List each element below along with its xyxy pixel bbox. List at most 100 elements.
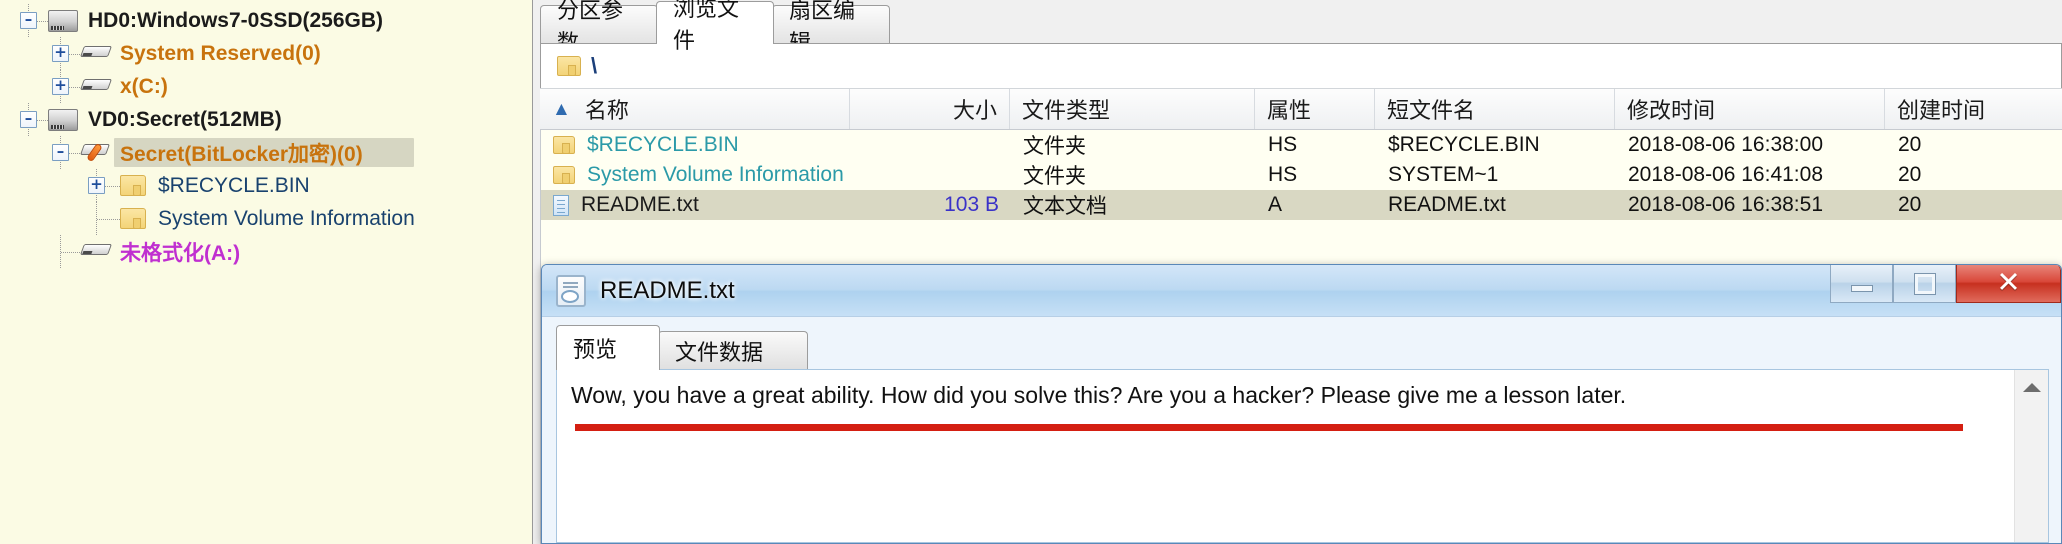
volume-icon [79, 76, 113, 98]
cell-type: 文件夹 [1011, 130, 1256, 160]
path-bar[interactable]: \ [540, 44, 2062, 88]
locked-volume-glyph [79, 142, 114, 163]
minimize-button[interactable] [1830, 265, 1893, 303]
cell-text: 文本文档 [1023, 195, 1107, 218]
column-header-size[interactable]: 大小 [850, 89, 1010, 129]
cell-text: HS [1268, 133, 1298, 156]
maximize-button[interactable] [1893, 265, 1956, 303]
tree-item-4[interactable]: – Secret(BitLocker加密)(0) [0, 136, 520, 169]
cell-name: README.txt [541, 193, 851, 217]
minimize-icon [1850, 285, 1873, 292]
tree-item-0[interactable]: – HD0:Windows7-0SSD(256GB) [0, 4, 520, 37]
cell-shortname: README.txt [1376, 193, 1616, 217]
cell-ctime: 20 [1886, 193, 2062, 217]
cell-name: System Volume Information [541, 163, 851, 187]
tree-item-1[interactable]: + System Reserved(0) [0, 37, 520, 70]
dialog-tab-label: 文件数据 [675, 339, 764, 365]
tree-collapse-icon[interactable]: – [20, 111, 37, 128]
expander-glyph: + [54, 43, 67, 61]
preview-text: Wow, you have a great ability. How did y… [571, 382, 1627, 408]
file-name-cell: $RECYCLE.BIN [553, 133, 739, 157]
volume-glyph [79, 241, 113, 257]
close-icon: ✕ [1996, 267, 2021, 299]
tab-0[interactable]: 分区参数 [540, 0, 658, 55]
hard-disk-icon [48, 109, 78, 131]
folder-icon [553, 166, 575, 184]
tree-collapse-icon[interactable]: – [20, 12, 37, 29]
dialog-titlebar[interactable]: README.txt ✕ [542, 265, 2061, 317]
cell-ctime: 20 [1886, 133, 2062, 157]
cell-text: 20 [1898, 133, 1922, 156]
volume-glyph [79, 43, 113, 59]
expander-glyph: + [90, 175, 103, 193]
tree-item-2[interactable]: + x(C:) [0, 70, 520, 103]
cell-text: $RECYCLE.BIN [1388, 133, 1540, 156]
column-header-type[interactable]: 文件类型 [1010, 89, 1255, 129]
column-header-label: 文件类型 [1022, 98, 1111, 123]
cell-text: SYSTEM~1 [1388, 163, 1499, 186]
column-header-attr[interactable]: 属性 [1255, 89, 1375, 129]
device-tree-panel: – HD0:Windows7-0SSD(256GB) + System Reserve… [0, 0, 533, 544]
cell-type: 文件夹 [1011, 160, 1256, 190]
table-row[interactable]: README.txt 103 B 文本文档 A README.txt 2018-08-06… [541, 190, 2062, 220]
expander-glyph: – [56, 142, 65, 160]
tree-item-label: $RECYCLE.BIN [158, 173, 310, 197]
tree-expand-icon[interactable]: + [52, 78, 69, 95]
main-tabstrip: 分区参数浏览文件扇区编辑 [540, 0, 2062, 55]
dialog-tab-0[interactable]: 预览 [556, 325, 660, 370]
hard-disk-glyph [48, 10, 78, 32]
cell-ctime: 20 [1886, 163, 2062, 187]
folder-icon [557, 56, 581, 76]
cell-shortname: $RECYCLE.BIN [1376, 133, 1616, 157]
tree-item-label: System Volume Information [158, 206, 415, 230]
cell-attr: HS [1256, 133, 1376, 157]
tree-item-3[interactable]: – VD0:Secret(512MB) [0, 103, 520, 136]
tree-item-5[interactable]: + $RECYCLE.BIN [0, 169, 520, 202]
cell-size: 103 B [851, 193, 1011, 217]
expander-glyph: – [24, 109, 33, 127]
locked-volume-icon [79, 142, 111, 164]
close-button[interactable]: ✕ [1956, 265, 2061, 303]
cell-mtime: 2018-08-06 16:38:00 [1616, 133, 1886, 157]
volume-glyph [79, 76, 113, 92]
column-header-shortname[interactable]: 短文件名 [1375, 89, 1615, 129]
column-header-label: 大小 [952, 98, 997, 123]
tree-connector [61, 252, 82, 253]
cell-text: A [1268, 193, 1283, 216]
tree-item-label: 未格式化(A:) [120, 241, 241, 265]
folder-icon [120, 208, 148, 230]
tree-expand-icon[interactable]: + [52, 45, 69, 62]
device-tree: – HD0:Windows7-0SSD(256GB) + System Reserve… [0, 0, 520, 544]
tab-1[interactable]: 浏览文件 [656, 0, 774, 53]
dialog-title: README.txt [600, 276, 735, 304]
tree-item-6[interactable]: System Volume Information [0, 202, 520, 235]
tree-expand-icon[interactable]: + [88, 177, 105, 194]
scroll-up-button[interactable] [2015, 370, 2048, 404]
cell-attr: A [1256, 193, 1376, 217]
tree-collapse-icon[interactable]: – [52, 144, 69, 161]
file-name: $RECYCLE.BIN [587, 133, 739, 156]
file-name: README.txt [581, 193, 699, 216]
cell-text: 2018-08-06 16:41:08 [1628, 163, 1823, 186]
red-underline-annotation [575, 424, 1963, 431]
table-row[interactable]: System Volume Information 文件夹 HS SYSTEM~1 20… [541, 160, 2062, 190]
volume-icon [79, 241, 113, 263]
maximize-icon [1913, 272, 1936, 295]
column-header-label: 名称 [584, 98, 629, 123]
table-row[interactable]: $RECYCLE.BIN 文件夹 HS $RECYCLE.BIN 2018-08-06 … [541, 130, 2062, 160]
dialog-tab-1[interactable]: 文件数据 [658, 331, 808, 369]
column-header-name[interactable]: ▲ 名称 [540, 89, 850, 129]
tree-item-label: x(C:) [120, 74, 168, 98]
folder-icon [553, 136, 575, 154]
tree-item-7[interactable]: 未格式化(A:) [0, 235, 520, 268]
preview-scrollbar[interactable] [2014, 370, 2048, 542]
column-header-ctime[interactable]: 创建时间 [1885, 89, 2062, 129]
file-list-header: ▲ 名称 大小 文件类型 属性 短文件名 修改时间 创建时间 [540, 88, 2062, 130]
column-header-mtime[interactable]: 修改时间 [1615, 89, 1885, 129]
file-preview-icon [556, 274, 586, 307]
tab-2[interactable]: 扇区编辑 [772, 0, 890, 55]
hard-disk-glyph [48, 109, 78, 131]
hard-disk-icon [48, 10, 78, 32]
tree-item-label: VD0:Secret(512MB) [88, 107, 282, 131]
cell-text: 103 B [944, 193, 999, 216]
